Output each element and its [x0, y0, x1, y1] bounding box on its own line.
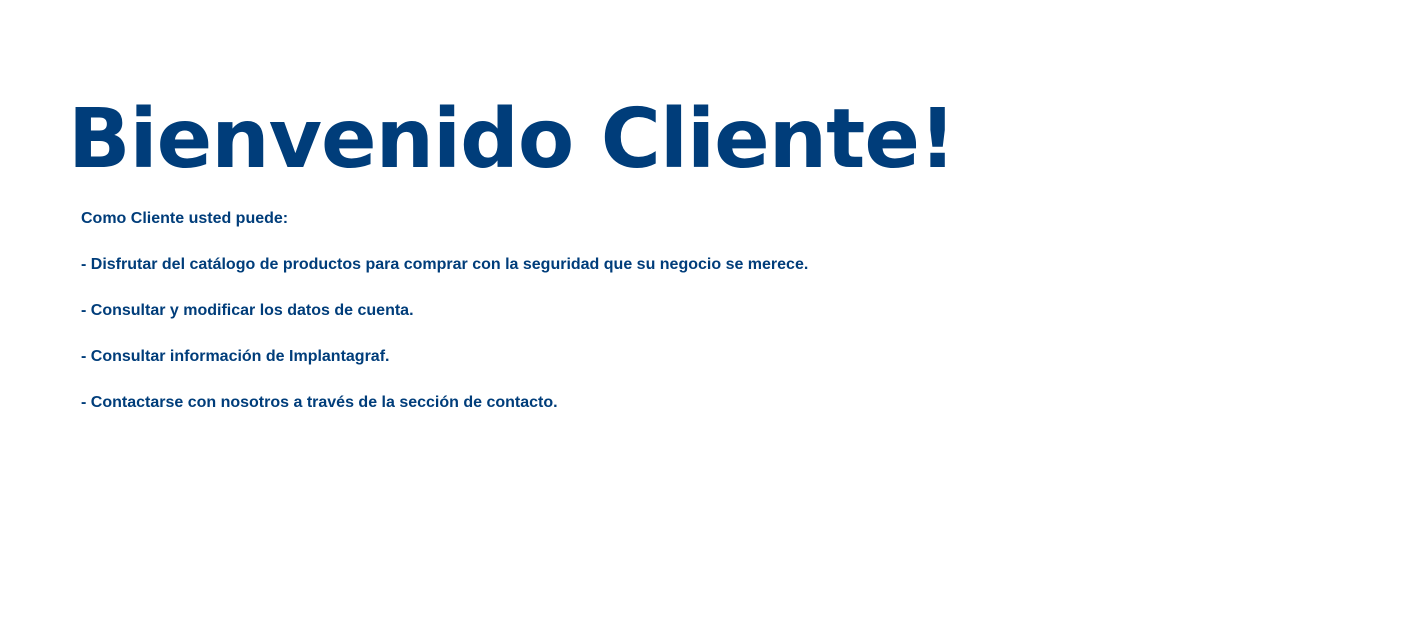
welcome-section: Bienvenido Cliente! Como Cliente usted p…	[68, 92, 1368, 411]
page-title: Bienvenido Cliente!	[68, 92, 956, 187]
welcome-body: Como Cliente usted puede: - Disfrutar de…	[81, 208, 1281, 414]
feature-item-contact: - Contactarse con nosotros a través de l…	[81, 394, 558, 411]
feature-item-account: - Consultar y modificar los datos de cue…	[81, 302, 414, 319]
feature-item-info: - Consultar información de Implantagraf.	[81, 348, 390, 365]
feature-item-catalog: - Disfrutar del catálogo de productos pa…	[81, 256, 809, 273]
intro-text: Como Cliente usted puede:	[81, 210, 289, 227]
